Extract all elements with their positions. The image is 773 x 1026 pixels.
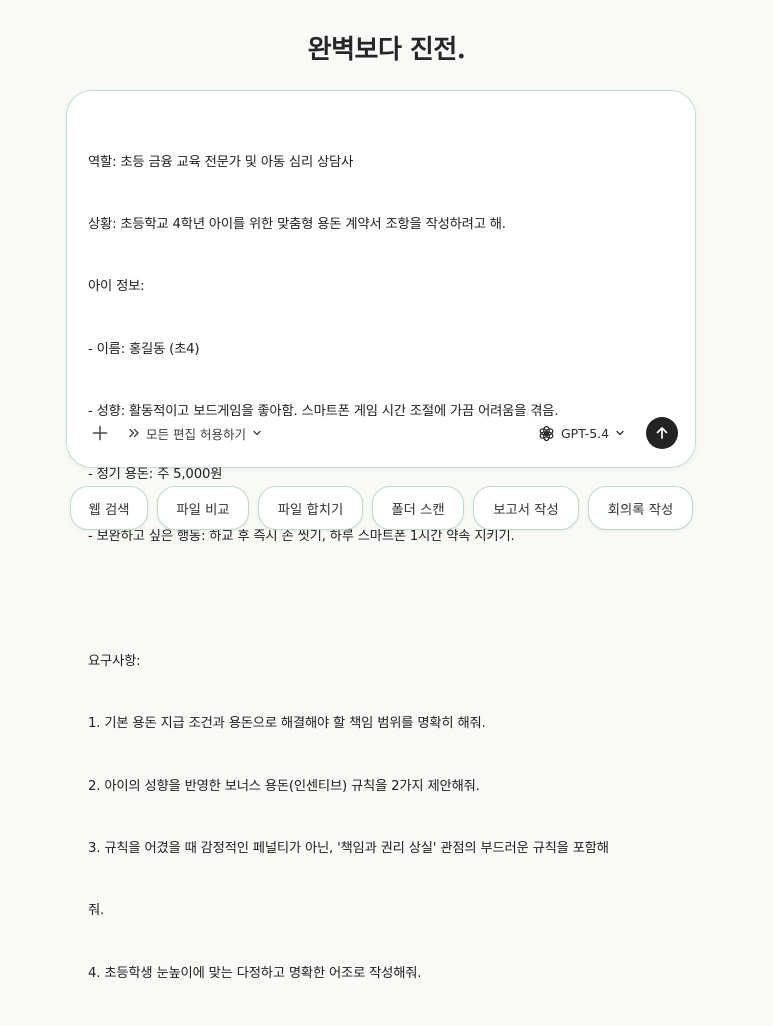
chevron-down-icon xyxy=(616,430,624,436)
composer-toolbar: 모든 편집 허용하기 GPT-5.4 xyxy=(67,416,695,452)
prompt-composer[interactable]: 역할: 초등 금융 교육 전문가 및 아동 심리 상담사 상황: 초등학교 4학… xyxy=(66,90,696,981)
prompt-line: 아이 정보: xyxy=(88,279,145,295)
prompt-input[interactable]: 역할: 초등 금융 교육 전문가 및 아동 심리 상담사 상황: 초등학교 4학… xyxy=(88,111,683,1026)
edit-mode-dropdown[interactable]: 모든 편집 허용하기 xyxy=(128,422,262,444)
chip-merge-files[interactable]: 파일 합치기 xyxy=(258,486,363,530)
prompt-line: 2. 아이의 성향을 반영한 보너스 용돈(인센티브) 규칙을 2가지 제안해줘… xyxy=(88,778,480,794)
plus-icon xyxy=(92,425,108,441)
page-headline: 완벽보다 진전. xyxy=(307,35,466,65)
prompt-line xyxy=(88,589,683,610)
add-attachment-button[interactable] xyxy=(87,420,113,446)
chevron-down-icon xyxy=(253,430,261,436)
prompt-line: 요구사항: xyxy=(88,653,141,669)
model-label: GPT-5.4 xyxy=(561,425,610,441)
chip-scan-folder[interactable]: 폴더 스캔 xyxy=(372,486,464,530)
double-chevron-right-icon xyxy=(129,428,139,438)
prompt-line: - 이름: 홍길동 (초4) xyxy=(88,341,200,357)
chip-web-search[interactable]: 웹 검색 xyxy=(70,486,148,530)
prompt-line: 3. 규칙을 어겼을 때 감정적인 페널티가 아닌, '책임과 권리 상실' 관… xyxy=(88,840,609,856)
chip-compare-files[interactable]: 파일 비교 xyxy=(157,486,249,530)
arrow-up-icon xyxy=(656,427,668,439)
prompt-line: 1. 기본 용돈 지급 조건과 용돈으로 해결해야 할 책임 범위를 명확히 해… xyxy=(88,716,486,732)
openai-logo-icon xyxy=(539,425,554,441)
prompt-line: 역할: 초등 금융 교육 전문가 및 아동 심리 상담사 xyxy=(88,154,354,170)
prompt-line: - 정기 용돈: 주 5,000원 xyxy=(88,466,223,482)
prompt-line: - 보완하고 싶은 행동: 하교 후 즉시 손 씻기, 하루 스마트폰 1시간 … xyxy=(88,528,515,544)
edit-mode-label: 모든 편집 허용하기 xyxy=(146,426,246,442)
model-selector[interactable]: GPT-5.4 xyxy=(538,422,625,444)
prompt-line: 상황: 초등학교 4학년 아이를 위한 맞춤형 용돈 계약서 조항을 작성하려고… xyxy=(88,216,506,232)
chip-write-minutes[interactable]: 회의록 작성 xyxy=(588,486,693,530)
chip-write-report[interactable]: 보고서 작성 xyxy=(473,486,579,530)
send-button[interactable] xyxy=(646,417,678,449)
prompt-line: 4. 초등학생 눈높이에 맞는 다정하고 명확한 어조로 작성해줘. xyxy=(88,965,422,981)
prompt-line: 줘. xyxy=(88,903,105,919)
